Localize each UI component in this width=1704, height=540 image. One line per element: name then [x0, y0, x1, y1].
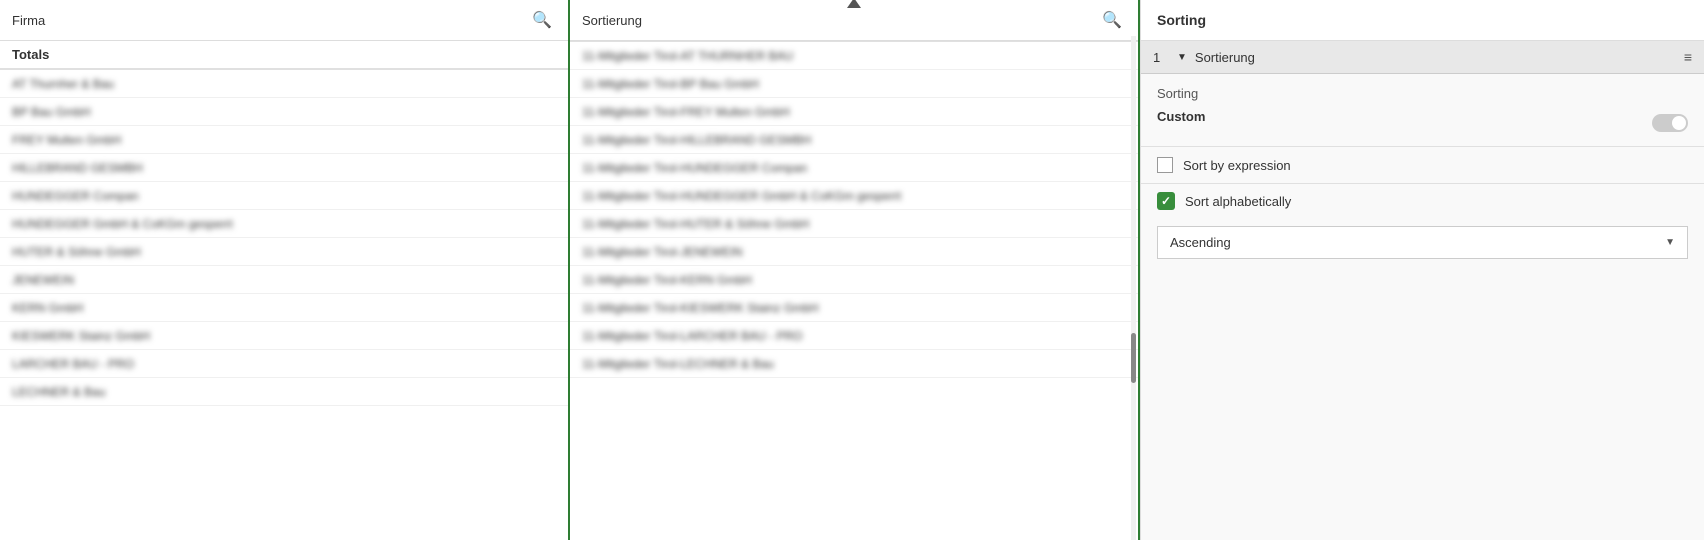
list-item: 11-Mitglieder Tirol-KERN GmbH — [570, 266, 1138, 294]
list-item: AT Thurnher & Bau — [0, 70, 568, 98]
totals-row: Totals — [0, 41, 568, 69]
ascending-dropdown[interactable]: Ascending ▼ — [1157, 226, 1688, 259]
list-item: HUNDEGGER GmbH & CoKGm gesperrt — [0, 210, 568, 238]
list-item: 11-Mitglieder Tirol-HUNDEGGER Compan — [570, 154, 1138, 182]
sort-alpha-checkbox[interactable] — [1157, 192, 1175, 210]
firma-title: Firma — [12, 13, 45, 28]
list-item: 11-Mitglieder Tirol-LARCHER BAU - PRO — [570, 322, 1138, 350]
ascending-row: Ascending ▼ — [1141, 218, 1704, 267]
list-item: 11-Mitglieder Tirol-AT THURNHER BAU — [570, 42, 1138, 70]
list-item: 11-Mitglieder Tirol-HILLEBRAND GESMBH — [570, 126, 1138, 154]
list-item: 11-Mitglieder Tirol-HUNDEGGER GmbH & CoK… — [570, 182, 1138, 210]
list-item: 11-Mitglieder Tirol-JENEWEIN — [570, 238, 1138, 266]
sort-item-row[interactable]: 1 ▼ Sortierung ≡ — [1141, 41, 1704, 74]
custom-toggle-row: Custom — [1157, 105, 1688, 140]
sort-expression-label: Sort by expression — [1183, 158, 1291, 173]
sort-alpha-row: Sort alphabetically — [1141, 184, 1704, 218]
sort-expression-checkbox[interactable] — [1157, 157, 1173, 173]
list-item: LECHNER & Bau — [0, 378, 568, 406]
search-icon: 🔍 — [532, 12, 552, 29]
list-item: HUTER & Söhne GmbH — [0, 238, 568, 266]
sorting-header-title: Sorting — [1157, 12, 1206, 28]
list-item: BP Bau GmbH — [0, 98, 568, 126]
scrollbar-thumb[interactable] — [1131, 333, 1136, 383]
sort-field-name: Sortierung — [1195, 50, 1676, 65]
custom-label: Custom — [1157, 109, 1205, 124]
sort-expression-row: Sort by expression — [1141, 147, 1704, 183]
main-container: Firma 🔍 Totals AT Thurnher & Bau BP Bau … — [0, 0, 1704, 540]
sort-alpha-label: Sort alphabetically — [1185, 194, 1291, 209]
list-item: KERN GmbH — [0, 294, 568, 322]
firma-rows: AT Thurnher & Bau BP Bau GmbH FREY Multe… — [0, 70, 568, 540]
dropdown-arrow-icon: ▼ — [1665, 237, 1675, 248]
sorting-config-panel: Sorting 1 ▼ Sortierung ≡ Sorting Custom … — [1140, 0, 1704, 540]
custom-toggle[interactable] — [1652, 114, 1688, 132]
totals-label: Totals — [12, 47, 49, 62]
sorting-label: Sorting — [1157, 86, 1688, 101]
scrollbar-track — [1131, 36, 1136, 540]
sortierung-panel: Sortierung 🔍 11-Mitglieder Tirol-AT THUR… — [570, 0, 1140, 540]
list-item: FREY Multen GmbH — [0, 126, 568, 154]
list-item: JENEWEIN — [0, 266, 568, 294]
sortierung-header: Sortierung 🔍 — [570, 0, 1138, 41]
hamburger-icon[interactable]: ≡ — [1684, 49, 1692, 65]
sort-arrow-icon — [847, 0, 861, 8]
sorting-panel-header: Sorting — [1141, 0, 1704, 41]
list-item: 11-Mitglieder Tirol-KIESWERK Stainz GmbH — [570, 294, 1138, 322]
sortierung-rows: 11-Mitglieder Tirol-AT THURNHER BAU 11-M… — [570, 42, 1138, 540]
list-item: 11-Mitglieder Tirol-FREY Multen GmbH — [570, 98, 1138, 126]
list-item: 11-Mitglieder Tirol-LECHNER & Bau — [570, 350, 1138, 378]
firma-header: Firma 🔍 — [0, 0, 568, 41]
firma-search-button[interactable]: 🔍 — [528, 8, 556, 32]
list-item: HILLEBRAND GESMBH — [0, 154, 568, 182]
sorting-section: Sorting Custom — [1141, 74, 1704, 146]
sortierung-title: Sortierung — [582, 13, 642, 28]
list-item: 11-Mitglieder Tirol-BP Bau GmbH — [570, 70, 1138, 98]
list-item: KIESWERK Stainz GmbH — [0, 322, 568, 350]
sort-number: 1 — [1153, 50, 1169, 65]
firma-panel: Firma 🔍 Totals AT Thurnher & Bau BP Bau … — [0, 0, 570, 540]
list-item: LARCHER BAU - PRO — [0, 350, 568, 378]
sortierung-search-button[interactable]: 🔍 — [1098, 8, 1126, 32]
list-item: 11-Mitglieder Tirol-HUTER & Söhne GmbH 1… — [570, 210, 1138, 238]
search-icon: 🔍 — [1102, 12, 1122, 29]
sort-direction-icon: ▼ — [1177, 52, 1187, 63]
list-item: HUNDEGGER Compan — [0, 182, 568, 210]
ascending-label: Ascending — [1170, 235, 1231, 250]
